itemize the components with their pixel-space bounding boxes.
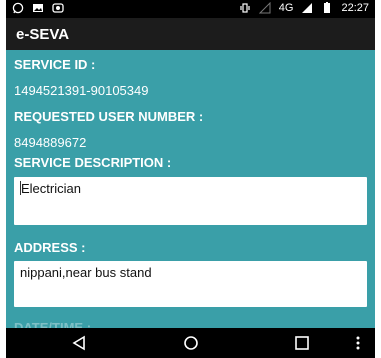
- camera-icon: [52, 2, 64, 14]
- more-icon[interactable]: [356, 336, 360, 350]
- service-id-value: 1494521391-90105349: [14, 83, 149, 98]
- form-content[interactable]: SERVICE ID : 1494521391-90105349 REQUEST…: [6, 50, 375, 335]
- whatsapp-icon: [12, 2, 24, 14]
- status-time: 22:27: [341, 2, 369, 14]
- image-icon: [32, 2, 44, 14]
- address-value: nippani,near bus stand: [20, 265, 152, 280]
- status-left: [12, 2, 64, 14]
- status-bar: 4G 22:27: [6, 0, 375, 18]
- home-icon[interactable]: [182, 334, 200, 352]
- signal-icon: [301, 2, 313, 14]
- status-right: 4G 22:27: [239, 2, 369, 14]
- address-field[interactable]: nippani,near bus stand: [14, 261, 367, 307]
- service-description-value: Electrician: [21, 181, 81, 196]
- phone-screen: 4G 22:27 e-SEVA SERVICE ID : 1494521391-…: [6, 0, 375, 358]
- navigation-bar: [6, 328, 375, 358]
- vibrate-icon: [239, 2, 251, 14]
- service-description-label: SERVICE DESCRIPTION :: [14, 155, 172, 170]
- requested-user-value: 8494889672: [14, 135, 87, 150]
- network-type: 4G: [278, 2, 294, 14]
- service-description-field[interactable]: Electrician: [14, 177, 367, 225]
- requested-user-label: REQUESTED USER NUMBER :: [14, 109, 204, 124]
- service-id-label: SERVICE ID :: [14, 57, 96, 72]
- back-icon[interactable]: [70, 334, 88, 352]
- signal-outline-icon: [258, 2, 271, 14]
- app-title: e-SEVA: [16, 26, 70, 43]
- app-bar: e-SEVA: [6, 18, 375, 50]
- recent-apps-icon[interactable]: [293, 334, 311, 352]
- battery-icon: [321, 2, 333, 14]
- address-label: ADDRESS :: [14, 240, 86, 255]
